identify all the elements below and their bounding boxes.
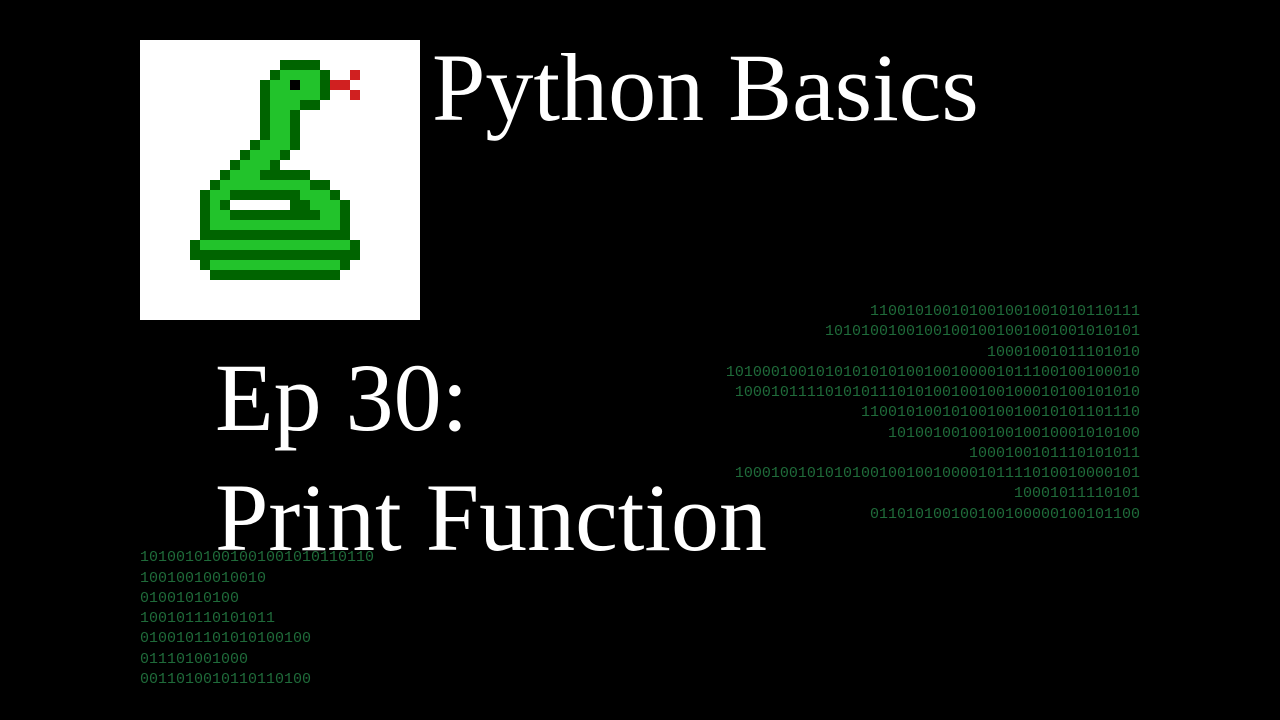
logo-container: [140, 40, 420, 320]
binary-decoration-right: 110010100101001001001010110111 101010010…: [726, 302, 1140, 525]
main-title: Python Basics: [432, 40, 979, 136]
python-snake-icon: [160, 60, 400, 300]
binary-decoration-left: 10100101001001001010110110 1001001001001…: [140, 548, 374, 690]
episode-label: Ep 30:: [215, 350, 468, 446]
